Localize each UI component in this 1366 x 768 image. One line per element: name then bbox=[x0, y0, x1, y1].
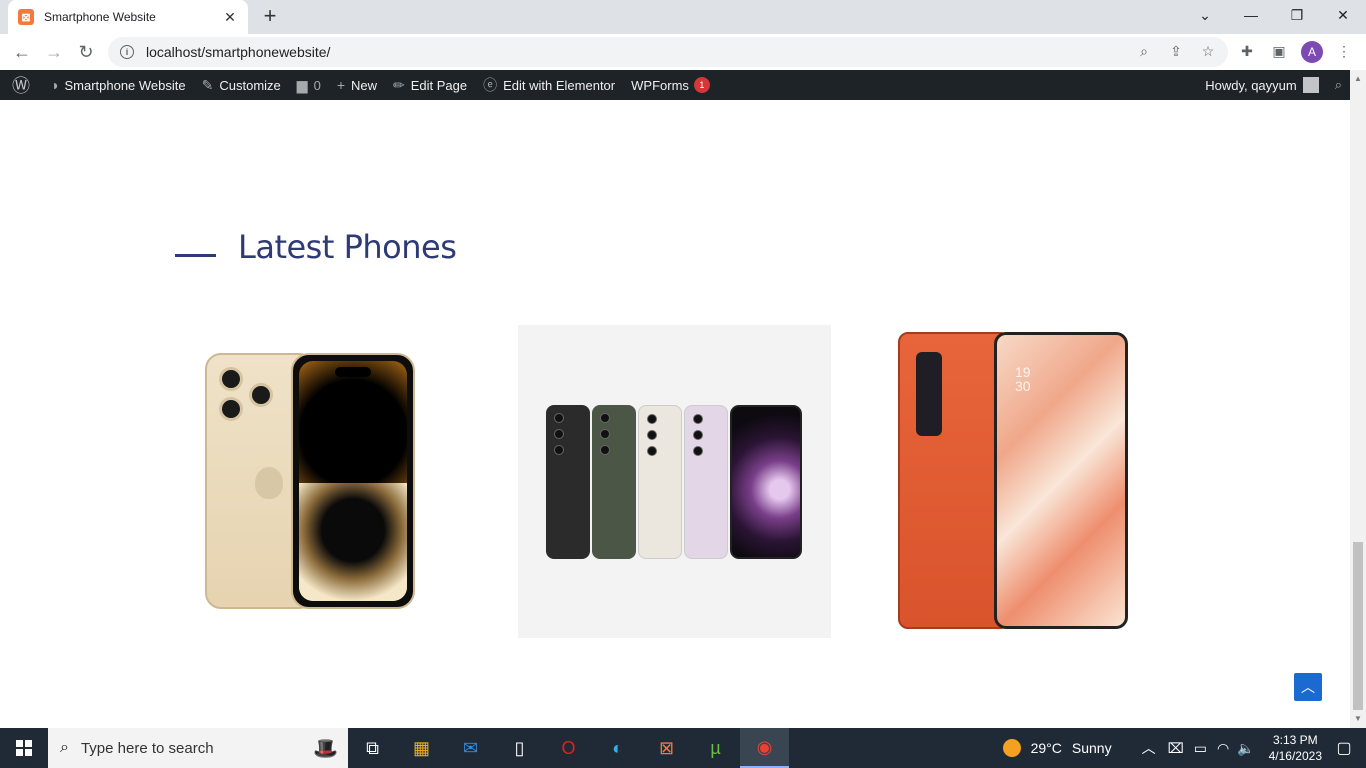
browser-tabstrip: ⊠ Smartphone Website ✕ + ⌄ — ❐ ✕ bbox=[0, 0, 1366, 34]
utorrent-icon[interactable]: µ bbox=[691, 728, 740, 768]
start-button[interactable] bbox=[0, 728, 48, 768]
section-title-line bbox=[175, 254, 216, 257]
address-bar[interactable]: i localhost/smartphonewebsite/ bbox=[108, 37, 1228, 67]
menu-kebab-icon[interactable]: ⋮ bbox=[1335, 42, 1353, 60]
page-content: Latest Phones 19 30 bbox=[0, 100, 1350, 728]
scroll-to-top-button[interactable]: ︿ bbox=[1294, 673, 1322, 701]
customize-link[interactable]: ✎ Customize bbox=[194, 70, 289, 100]
back-icon[interactable]: ← bbox=[10, 40, 34, 64]
forward-icon[interactable]: → bbox=[42, 40, 66, 64]
my-account-link[interactable]: Howdy, qayyum bbox=[1197, 70, 1327, 100]
close-window-button[interactable]: ✕ bbox=[1320, 0, 1366, 30]
tab-close-icon[interactable]: ✕ bbox=[222, 9, 238, 26]
minimize-button[interactable]: — bbox=[1228, 0, 1274, 30]
task-view-icon[interactable]: ⧉ bbox=[348, 728, 397, 768]
scroll-up-icon[interactable]: ▲ bbox=[1354, 74, 1362, 83]
zoom-icon[interactable]: ⌕ bbox=[1135, 42, 1153, 60]
share-icon[interactable]: ⇪ bbox=[1167, 42, 1185, 60]
url-text[interactable]: localhost/smartphonewebsite/ bbox=[146, 44, 330, 60]
section-title: Latest Phones bbox=[238, 228, 457, 266]
wpforms-link[interactable]: WPForms 1 bbox=[623, 70, 718, 100]
iphone-image[interactable] bbox=[205, 353, 415, 611]
mail-icon[interactable]: ✉ bbox=[446, 728, 495, 768]
wp-logo-icon[interactable]: Ⓦ bbox=[0, 70, 42, 100]
brush-icon: ✎ bbox=[201, 76, 214, 93]
restore-button[interactable]: ❐ bbox=[1274, 0, 1320, 30]
search-placeholder: Type here to search bbox=[80, 739, 214, 757]
store-icon[interactable]: ▦ bbox=[397, 728, 446, 768]
volume-icon[interactable]: 🔈 bbox=[1237, 740, 1254, 757]
xampp-icon[interactable]: ⊠ bbox=[642, 728, 691, 768]
tab-search-icon[interactable]: ⌄ bbox=[1182, 0, 1228, 30]
reload-icon[interactable]: ↻ bbox=[74, 40, 98, 64]
new-content-link[interactable]: + New bbox=[329, 70, 385, 100]
elementor-icon: ⓔ bbox=[483, 77, 498, 93]
taskbar-clock[interactable]: 3:13 PM 4/16/2023 bbox=[1269, 732, 1322, 764]
dashboard-icon: ◑ bbox=[50, 77, 59, 93]
site-info-icon[interactable]: i bbox=[120, 45, 134, 59]
apple-logo-icon bbox=[255, 467, 283, 499]
windows-taskbar: ⌕ Type here to search 🎩 ⧉ ▦ ✉ ▯ O ◐ ⊠ µ … bbox=[0, 728, 1366, 768]
system-tray: 29°C Sunny ︿ ⌧ ▭ ◠ 🔈 3:13 PM 4/16/2023 ▢ bbox=[1002, 728, 1366, 768]
xampp-favicon-icon: ⊠ bbox=[18, 9, 34, 25]
search-highlight-icon: 🎩 bbox=[313, 737, 338, 760]
new-tab-button[interactable]: + bbox=[258, 4, 282, 28]
samsung-image[interactable] bbox=[518, 325, 831, 638]
edge-icon[interactable]: ◐ bbox=[593, 728, 642, 768]
weather-sun-icon[interactable] bbox=[1002, 739, 1021, 757]
oppo-image[interactable]: 19 30 bbox=[898, 332, 1130, 630]
plus-icon: + bbox=[336, 77, 345, 93]
wpforms-badge: 1 bbox=[693, 77, 710, 93]
taskbar-search[interactable]: ⌕ Type here to search 🎩 bbox=[48, 728, 348, 768]
browser-tab[interactable]: ⊠ Smartphone Website ✕ bbox=[8, 0, 248, 34]
site-name-link[interactable]: ◑ Smartphone Website bbox=[42, 70, 194, 100]
file-icon[interactable]: ▯ bbox=[495, 728, 544, 768]
edit-page-link[interactable]: ✏ Edit Page bbox=[385, 70, 475, 100]
admin-search-icon[interactable]: ⌕ bbox=[1327, 70, 1350, 100]
search-icon: ⌕ bbox=[60, 739, 69, 756]
notification-icon[interactable]: ▢ bbox=[1322, 728, 1366, 768]
side-panel-icon[interactable]: ▣ bbox=[1270, 42, 1288, 60]
browser-toolbar: ← → ↻ i localhost/smartphonewebsite/ ⌕ ⇪… bbox=[0, 34, 1366, 70]
scroll-down-icon[interactable]: ▼ bbox=[1354, 714, 1362, 723]
extensions-icon[interactable]: ✚ bbox=[1238, 42, 1256, 60]
scrollbar-thumb[interactable] bbox=[1353, 542, 1363, 710]
user-avatar bbox=[1302, 77, 1319, 93]
comments-link[interactable]: ▆ 0 bbox=[289, 70, 329, 100]
opera-icon[interactable]: O bbox=[544, 728, 593, 768]
bookmark-star-icon[interactable]: ☆ bbox=[1199, 42, 1217, 60]
tray-expand-icon[interactable]: ︿ bbox=[1142, 738, 1156, 758]
edit-elementor-link[interactable]: ⓔ Edit with Elementor bbox=[475, 70, 623, 100]
windows-logo-icon bbox=[16, 740, 32, 756]
weather-temp[interactable]: 29°C bbox=[1031, 740, 1062, 756]
meet-now-icon[interactable]: ⌧ bbox=[1168, 740, 1184, 757]
comment-icon: ▆ bbox=[296, 76, 308, 93]
weather-text[interactable]: Sunny bbox=[1072, 740, 1112, 756]
phone-screen-clock: 19 30 bbox=[1015, 364, 1031, 394]
chrome-icon[interactable]: ◉ bbox=[740, 728, 789, 768]
tab-title: Smartphone Website bbox=[44, 10, 156, 24]
page-scrollbar[interactable]: ▲ ▼ bbox=[1350, 70, 1366, 728]
profile-avatar[interactable]: A bbox=[1301, 41, 1323, 63]
wifi-icon[interactable]: ◠ bbox=[1217, 740, 1229, 757]
battery-icon[interactable]: ▭ bbox=[1194, 740, 1207, 757]
pencil-icon: ✏ bbox=[393, 76, 405, 93]
wp-admin-bar: Ⓦ ◑ Smartphone Website ✎ Customize ▆ 0 + New… bbox=[0, 70, 1350, 100]
